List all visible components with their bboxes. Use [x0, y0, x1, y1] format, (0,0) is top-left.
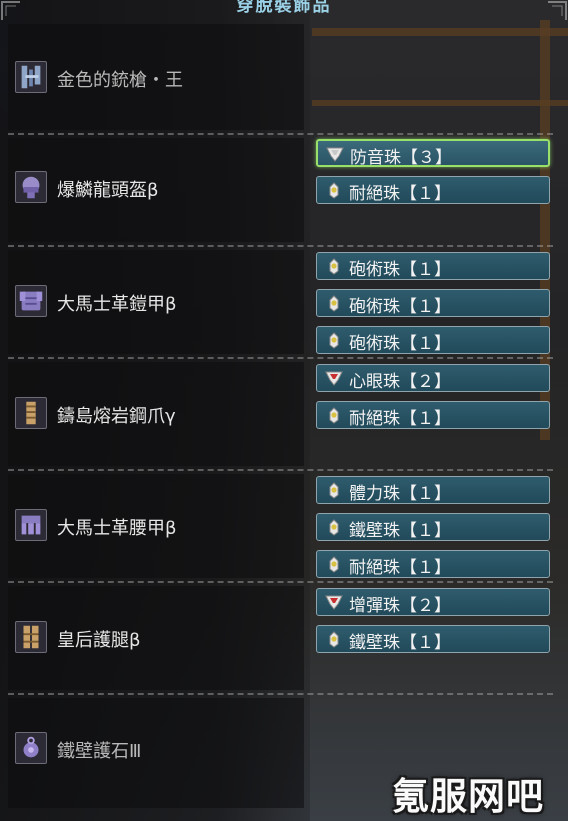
decoration-gem-icon	[324, 294, 344, 312]
decoration-gem-icon	[324, 181, 344, 199]
gunlance-icon	[15, 61, 47, 93]
decoration-slot[interactable]: 砲術珠【１】	[316, 252, 550, 280]
equipment-name: 鑄島熔岩鋼爪γ	[57, 406, 176, 427]
decoration-slot[interactable]: 砲術珠【１】	[316, 289, 550, 317]
equipment-row[interactable]: 爆鱗龍頭盔β	[8, 138, 304, 242]
decoration-slot[interactable]: 耐絕珠【１】	[316, 550, 550, 578]
equipment-row[interactable]: 大馬士革腰甲β	[8, 474, 304, 578]
decoration-label: 增彈珠【２】	[349, 596, 451, 616]
decoration-slot[interactable]: 增彈珠【２】	[316, 588, 550, 616]
decoration-label: 砲術珠【１】	[349, 297, 451, 317]
row-divider	[8, 693, 553, 695]
decoration-slot[interactable]: 耐絕珠【１】	[316, 401, 550, 429]
helmet-icon	[15, 171, 47, 203]
decoration-label: 砲術珠【１】	[349, 260, 451, 280]
chest-armor-icon	[15, 285, 47, 317]
row-divider	[8, 357, 553, 359]
equipment-row[interactable]: 鑄島熔岩鋼爪γ	[8, 362, 304, 466]
decoration-slot[interactable]: 砲術珠【１】	[316, 326, 550, 354]
row-divider	[8, 133, 553, 135]
equipment-name: 皇后護腿β	[57, 630, 141, 651]
equipment-row[interactable]: 金色的銃槍・王	[8, 24, 304, 130]
equipment-name: 爆鱗龍頭盔β	[57, 180, 159, 201]
decoration-gem-icon	[324, 518, 344, 536]
waist-armor-icon	[15, 509, 47, 541]
watermark: 氪服网吧	[392, 775, 544, 818]
decoration-gem-icon	[325, 145, 345, 163]
decoration-gem-icon	[324, 406, 344, 424]
decoration-gem-icon	[324, 481, 344, 499]
decoration-slot[interactable]: 鐵壁珠【１】	[316, 513, 550, 541]
equipment-row[interactable]: 大馬士革鎧甲β	[8, 250, 304, 354]
decoration-label: 心眼珠【２】	[349, 372, 451, 392]
equipment-name: 鐵壁護石Ⅲ	[57, 741, 142, 762]
decoration-slot[interactable]: 心眼珠【２】	[316, 364, 550, 392]
decoration-label: 耐絕珠【１】	[349, 184, 451, 204]
menu-header: 穿脫裝飾品	[0, 0, 568, 14]
decoration-gem-icon	[324, 331, 344, 349]
decoration-label: 砲術珠【１】	[349, 334, 451, 354]
decoration-slot[interactable]: 防音珠【３】	[316, 139, 550, 168]
gauntlet-icon	[15, 397, 47, 429]
menu-title: 穿脫裝飾品	[236, 0, 332, 14]
equipment-name: 金色的銃槍・王	[57, 70, 183, 91]
row-divider	[8, 581, 553, 583]
decoration-label: 防音珠【３】	[350, 148, 452, 168]
equipment-row[interactable]: 鐵壁護石Ⅲ	[8, 698, 304, 808]
row-divider	[8, 469, 553, 471]
decoration-label: 鐵壁珠【１】	[349, 633, 451, 653]
decoration-gem-icon	[324, 257, 344, 275]
decoration-label: 耐絕珠【１】	[349, 409, 451, 429]
decoration-slot[interactable]: 耐絕珠【１】	[316, 176, 550, 204]
charm-icon	[15, 732, 47, 764]
equipment-name: 大馬士革腰甲β	[57, 518, 177, 539]
row-divider	[8, 245, 553, 247]
equipment-row[interactable]: 皇后護腿β	[8, 586, 304, 690]
decoration-slot[interactable]: 體力珠【１】	[316, 476, 550, 504]
decoration-gem-icon	[324, 369, 344, 387]
decoration-label: 耐絕珠【１】	[349, 558, 451, 578]
decoration-label: 鐵壁珠【１】	[349, 521, 451, 541]
decoration-gem-icon	[324, 593, 344, 611]
equipment-name: 大馬士革鎧甲β	[57, 294, 177, 315]
decoration-slot[interactable]: 鐵壁珠【１】	[316, 625, 550, 653]
leg-armor-icon	[15, 621, 47, 653]
decoration-gem-icon	[324, 555, 344, 573]
decoration-gem-icon	[324, 630, 344, 648]
decoration-label: 體力珠【１】	[349, 484, 451, 504]
